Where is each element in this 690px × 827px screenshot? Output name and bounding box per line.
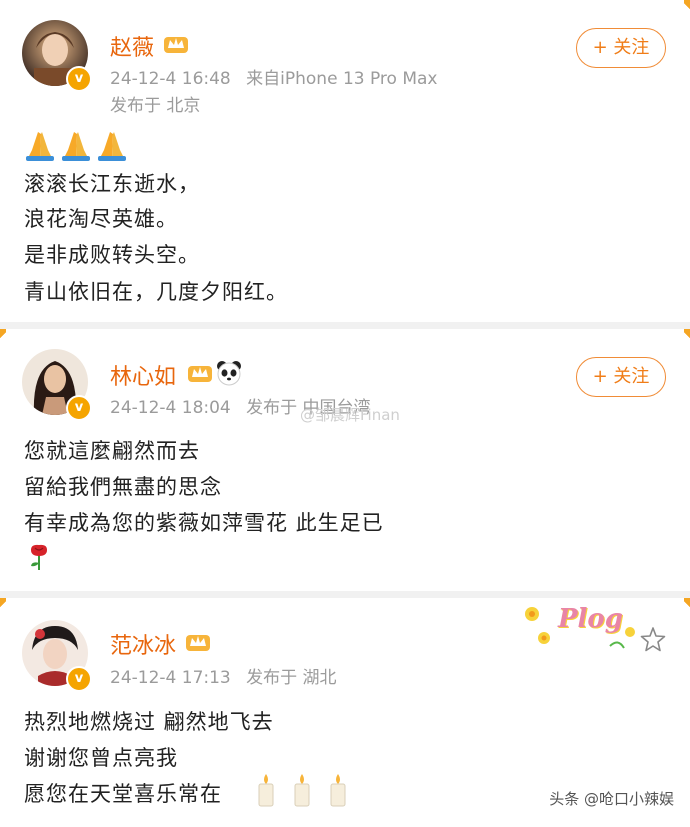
follow-button[interactable]: + 关注 bbox=[576, 357, 666, 397]
post-text-line: 是非成败转头空。 bbox=[24, 243, 200, 267]
post-time: 24-12-4 17:13 bbox=[110, 668, 231, 688]
author-name[interactable]: 范冰冰 bbox=[110, 628, 176, 660]
crown-icon bbox=[186, 635, 210, 651]
post-text-line: 有幸成為您的紫薇如萍雪花 此生足已 bbox=[24, 511, 384, 535]
watermark-text: @邹晨辉Finan bbox=[300, 406, 400, 424]
post-location: 发布于 北京 bbox=[110, 96, 201, 116]
crown-icon bbox=[164, 37, 188, 53]
footer-watermark: 头条 @呛口小辣娱 bbox=[549, 790, 674, 808]
post-card: v 林心如 24-12-4 18:04 发布于 中国台湾 + 关注 您就這麼翩然… bbox=[0, 329, 690, 591]
post-time: 24-12-4 16:48 bbox=[110, 69, 231, 89]
post-text-line: 愿您在天堂喜乐常在 bbox=[24, 782, 222, 806]
follow-button[interactable]: + 关注 bbox=[576, 28, 666, 68]
post-source: 来自iPhone 13 Pro Max bbox=[246, 69, 438, 89]
verified-badge-icon: v bbox=[66, 66, 92, 92]
plog-sticker-text: Plog bbox=[558, 604, 623, 634]
card-corner-decoration bbox=[684, 329, 690, 341]
author-name[interactable]: 林心如 bbox=[110, 359, 176, 391]
star-icon[interactable] bbox=[640, 626, 666, 652]
plog-sticker: Plog bbox=[518, 598, 640, 656]
post-text-line: 浪花淘尽英雄。 bbox=[24, 207, 178, 231]
post-text-line: 留給我們無盡的思念 bbox=[24, 475, 222, 499]
card-corner-decoration bbox=[0, 329, 6, 341]
post-card: v 赵薇 24-12-4 16:48 来自iPhone 13 Pro Max 发… bbox=[0, 0, 690, 322]
candle-icon bbox=[258, 774, 346, 807]
panda-icon bbox=[217, 361, 241, 386]
crown-icon bbox=[188, 366, 212, 382]
post-text-line: 谢谢您曾点亮我 bbox=[24, 746, 178, 770]
post-time: 24-12-4 18:04 bbox=[110, 398, 231, 418]
post-text-line: 您就這麼翩然而去 bbox=[24, 439, 200, 463]
post-meta: 24-12-4 17:13 发布于 湖北 bbox=[110, 663, 337, 688]
author-name[interactable]: 赵薇 bbox=[110, 30, 154, 62]
card-corner-decoration bbox=[684, 598, 690, 610]
post-text-line: 热烈地燃烧过 翩然地飞去 bbox=[24, 710, 274, 734]
card-corner-decoration bbox=[0, 598, 6, 610]
card-corner-decoration bbox=[684, 0, 690, 12]
post-text-line: 青山依旧在，几度夕阳红。 bbox=[24, 280, 288, 304]
verified-badge-icon: v bbox=[66, 395, 92, 421]
post-meta: 24-12-4 16:48 来自iPhone 13 Pro Max bbox=[110, 64, 438, 89]
post-text-line: 滚滚长江东逝水， bbox=[24, 172, 200, 196]
praying-hands-icon bbox=[26, 132, 126, 161]
rose-icon bbox=[31, 544, 47, 570]
verified-badge-icon: v bbox=[66, 666, 92, 692]
post-location: 发布于 湖北 bbox=[246, 668, 337, 688]
